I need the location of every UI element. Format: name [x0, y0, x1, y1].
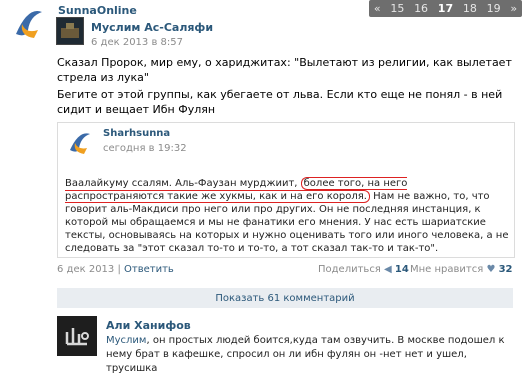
quote-avatar[interactable]	[64, 128, 94, 158]
like-count: 32	[498, 264, 513, 275]
heart-icon: ♥	[486, 264, 496, 275]
pager-next[interactable]: »	[509, 2, 518, 15]
quote-text: Ваалайкуму ссалям. Аль-Фаузан мурджиит, …	[65, 177, 509, 255]
like-label: Мне нравится	[410, 264, 484, 275]
share-count: 14	[394, 264, 409, 275]
pager-page[interactable]: 19	[486, 2, 502, 15]
post-text-2: Бегите от этой группы, как убегаете от л…	[57, 88, 503, 116]
footer-separator: |	[114, 264, 125, 275]
author-avatar[interactable]	[56, 17, 84, 45]
pager-current-page[interactable]: 17	[437, 2, 454, 15]
reply-link[interactable]: Ответить	[124, 264, 174, 275]
share-button[interactable]: Поделиться ◀ 14	[318, 264, 409, 275]
commenter-avatar-image	[57, 316, 97, 356]
megaphone-icon: ◀	[384, 264, 392, 275]
pagination: « 15 16 17 18 19 »	[369, 0, 522, 17]
post-author[interactable]: Муслим Ас-Саляфи	[91, 21, 213, 34]
pager-page[interactable]: 18	[462, 2, 478, 15]
quote-date: сегодня в 19:32	[103, 143, 187, 154]
quote-author[interactable]: Sharhsunna	[103, 128, 170, 139]
group-logo[interactable]	[8, 4, 48, 44]
comment-author[interactable]: Али Ханифов	[106, 319, 191, 332]
group-name[interactable]: SunnaOnline	[58, 4, 137, 17]
author-avatar-image	[57, 18, 83, 44]
post-date[interactable]: 6 дек 2013 в 8:57	[91, 37, 183, 48]
comment-text: Муслим, он простых людей боится,куда там…	[106, 334, 516, 376]
pager-prev[interactable]: «	[373, 2, 382, 15]
share-label: Поделиться	[318, 264, 381, 275]
comment-mention[interactable]: Муслим	[106, 335, 146, 346]
commenter-avatar[interactable]	[57, 316, 97, 356]
pager-page[interactable]: 16	[413, 2, 429, 15]
pager-page[interactable]: 15	[389, 2, 405, 15]
like-button[interactable]: Мне нравится ♥ 32	[410, 264, 513, 275]
post-footer: 6 дек 2013 | Ответить	[57, 264, 174, 275]
comment-body: , он простых людей боится,куда там озвуч…	[106, 335, 505, 374]
sunna-logo-icon	[16, 10, 42, 38]
footer-date[interactable]: 6 дек 2013	[57, 264, 114, 275]
post-text-1: Сказал Пророк, мир ему, о хариджитах: "В…	[57, 56, 512, 84]
show-comments-button[interactable]: Показать 61 комментарий	[57, 288, 513, 308]
quote-text-part: Ваалайкуму ссалям. Аль-Фаузан мурджиит,	[65, 178, 301, 189]
sharhsunna-logo-icon	[70, 133, 90, 154]
